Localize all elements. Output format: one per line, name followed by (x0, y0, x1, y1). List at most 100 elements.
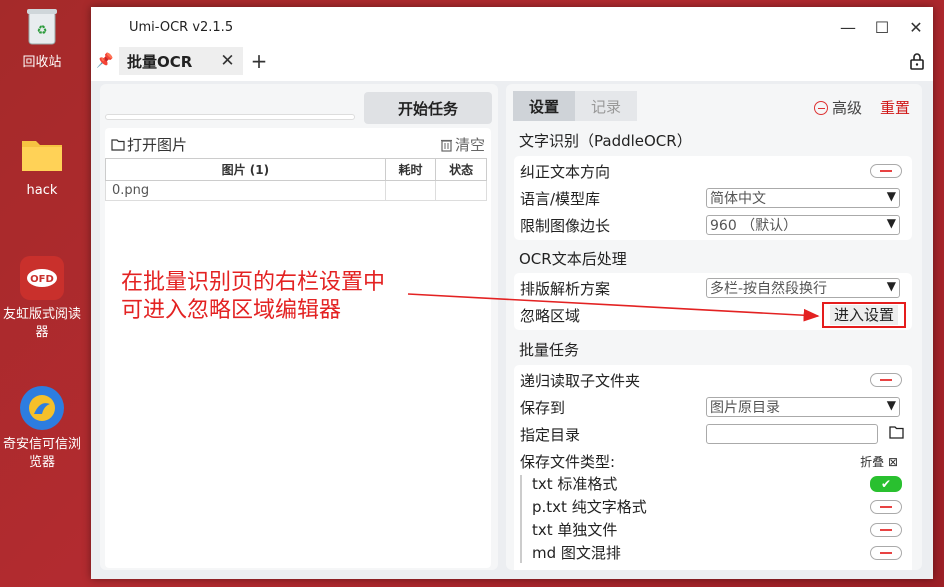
collapse-box-icon: ⊠ (887, 454, 898, 469)
svg-text:OFD: OFD (30, 274, 54, 285)
layout-select[interactable]: 多栏-按自然段换行 ▼ (706, 278, 900, 298)
file-name-cell: 0.png (105, 180, 386, 201)
pin-icon[interactable]: 📌 (91, 53, 119, 69)
row-limit-side: 限制图像边长 960 （默认） ▼ (520, 212, 906, 238)
type-txt-single-toggle[interactable] (870, 522, 902, 537)
type-txt-label: txt 标准格式 (532, 475, 618, 493)
recursive-label: 递归读取子文件夹 (520, 371, 641, 390)
folder-browse-icon[interactable] (889, 425, 904, 443)
type-ptxt-toggle[interactable] (870, 499, 902, 514)
check-icon: ✔ (880, 476, 892, 491)
enter-settings-button[interactable]: 进入设置 (822, 302, 906, 328)
tab-batch-ocr[interactable]: 批量OCR ✕ (119, 47, 243, 75)
close-tab-icon[interactable]: ✕ (220, 51, 234, 71)
column-header-status[interactable]: 状态 (435, 158, 487, 181)
row-layout: 排版解析方案 多栏-按自然段换行 ▼ (520, 275, 906, 301)
file-types-indent-line (520, 475, 524, 563)
row-type-txt-single: txt 单独文件 (532, 518, 906, 541)
directory-input[interactable] (706, 424, 878, 444)
file-types-label: 保存文件类型: (520, 452, 616, 471)
tab-settings[interactable]: 设置 (513, 91, 575, 121)
type-ptxt-label: p.txt 纯文字格式 (532, 498, 647, 516)
type-md-toggle[interactable] (870, 545, 902, 560)
row-file-types: 保存文件类型: 折叠 ⊠ (520, 448, 906, 474)
desktop-icon-label: 友虹版式阅读器 (2, 307, 81, 340)
advanced-toggle[interactable]: 高级 (814, 97, 862, 118)
add-tab-icon[interactable]: + (251, 49, 268, 73)
row-recursive: 递归读取子文件夹 (520, 367, 906, 393)
file-list-box: 打开图片 清空 图片 (1) 耗时 状态 0.png (105, 128, 491, 568)
save-to-value: 图片原目录 (710, 400, 780, 416)
right-panel: 设置 记录 高级 重置 文字识别（PaddleOCR） 纠正文本方向 语言/模型… (506, 84, 922, 570)
type-md-label: md 图文混排 (532, 544, 621, 562)
column-header-time[interactable]: 耗时 (384, 158, 437, 181)
language-value: 简体中文 (710, 191, 766, 207)
tab-label: 批量OCR (127, 52, 193, 71)
maximize-button[interactable]: ☐ (865, 7, 899, 47)
row-type-ptxt: p.txt 纯文字格式 (532, 495, 906, 518)
progress-bar (105, 114, 355, 120)
enter-settings-label: 进入设置 (829, 305, 898, 325)
table-row[interactable]: 0.png (105, 180, 487, 201)
title-bar[interactable]: Umi-OCR v2.1.5 — ☐ ✕ (91, 7, 933, 47)
minimize-button[interactable]: — (831, 7, 865, 47)
correct-direction-toggle[interactable] (870, 164, 902, 178)
annotation-text: 在批量识别页的右栏设置中 可进入忽略区域编辑器 (121, 269, 385, 325)
content-area: 开始任务 打开图片 清空 图片 (1) 耗时 状态 0.png 设置 记录 高级… (91, 81, 933, 579)
fold-label: 折叠 (860, 454, 885, 469)
tab-records[interactable]: 记录 (575, 91, 637, 121)
annotation-line-2: 可进入忽略区域编辑器 (121, 298, 342, 323)
recursive-toggle[interactable] (870, 373, 902, 387)
annotation-line-1: 在批量识别页的右栏设置中 (121, 270, 386, 295)
chevron-down-icon: ▼ (886, 279, 896, 293)
desktop-icon-label: 回收站 (22, 55, 62, 70)
row-specify-dir: 指定目录 (520, 421, 906, 447)
fold-toggle[interactable]: 折叠 ⊠ (860, 453, 898, 470)
start-task-button[interactable]: 开始任务 (364, 92, 492, 124)
column-header-image[interactable]: 图片 (1) (105, 158, 386, 181)
type-txt-single-label: txt 单独文件 (532, 521, 618, 539)
row-ignore-area: 忽略区域 进入设置 (520, 302, 906, 328)
section-title-post: OCR文本后处理 (519, 250, 627, 268)
desktop-icon-browser[interactable]: 奇安信可信浏览器 (0, 386, 84, 472)
status-cell (435, 180, 487, 201)
clear-button[interactable]: 清空 (440, 134, 485, 155)
advanced-label: 高级 (832, 99, 863, 117)
reset-button[interactable]: 重置 (880, 97, 910, 118)
time-cell (384, 180, 437, 201)
language-select[interactable]: 简体中文 ▼ (706, 188, 900, 208)
desktop-icon-label: hack (26, 183, 58, 198)
lock-icon[interactable] (909, 52, 925, 74)
desktop-icon-recycle-bin[interactable]: ♻ 回收站 (0, 4, 84, 72)
left-panel: 开始任务 打开图片 清空 图片 (1) 耗时 状态 0.png (100, 84, 498, 570)
browser-app-icon (20, 386, 64, 430)
post-settings-card: 排版解析方案 多栏-按自然段换行 ▼ 忽略区域 进入设置 (514, 273, 912, 330)
limit-side-value: 960 （默认） (710, 218, 798, 234)
desktop-icon-label: 奇安信可信浏览器 (2, 437, 81, 470)
row-type-md: md 图文混排 (532, 541, 906, 564)
desktop-icon-reader[interactable]: OFD 友虹版式阅读器 (0, 256, 84, 342)
ocr-settings-card: 纠正文本方向 语言/模型库 简体中文 ▼ 限制图像边长 960 （默认） ▼ (514, 156, 912, 240)
row-type-txt: txt 标准格式 ✔ (532, 472, 906, 495)
folder-icon (111, 138, 125, 151)
correct-direction-label: 纠正文本方向 (520, 162, 611, 181)
desktop-icon-hack-folder[interactable]: hack (0, 132, 84, 200)
chevron-down-icon: ▼ (886, 216, 896, 230)
chevron-down-icon: ▼ (886, 189, 896, 203)
trash-icon (440, 139, 452, 152)
limit-side-select[interactable]: 960 （默认） ▼ (706, 215, 900, 235)
minus-circle-icon (814, 100, 828, 115)
row-save-to: 保存到 图片原目录 ▼ (520, 394, 906, 420)
layout-value: 多栏-按自然段换行 (710, 281, 828, 297)
tab-bar: 📌 批量OCR ✕ + (91, 47, 933, 75)
save-to-select[interactable]: 图片原目录 ▼ (706, 397, 900, 417)
recycle-bin-icon: ♻ (20, 4, 64, 48)
chevron-down-icon: ▼ (886, 398, 896, 412)
window-title: Umi-OCR v2.1.5 (129, 19, 234, 35)
clear-label: 清空 (454, 136, 485, 154)
open-images-button[interactable]: 打开图片 (111, 134, 187, 155)
close-window-button[interactable]: ✕ (899, 7, 933, 47)
type-txt-toggle[interactable]: ✔ (870, 475, 902, 492)
section-title-batch: 批量任务 (519, 341, 580, 359)
row-language: 语言/模型库 简体中文 ▼ (520, 185, 906, 211)
